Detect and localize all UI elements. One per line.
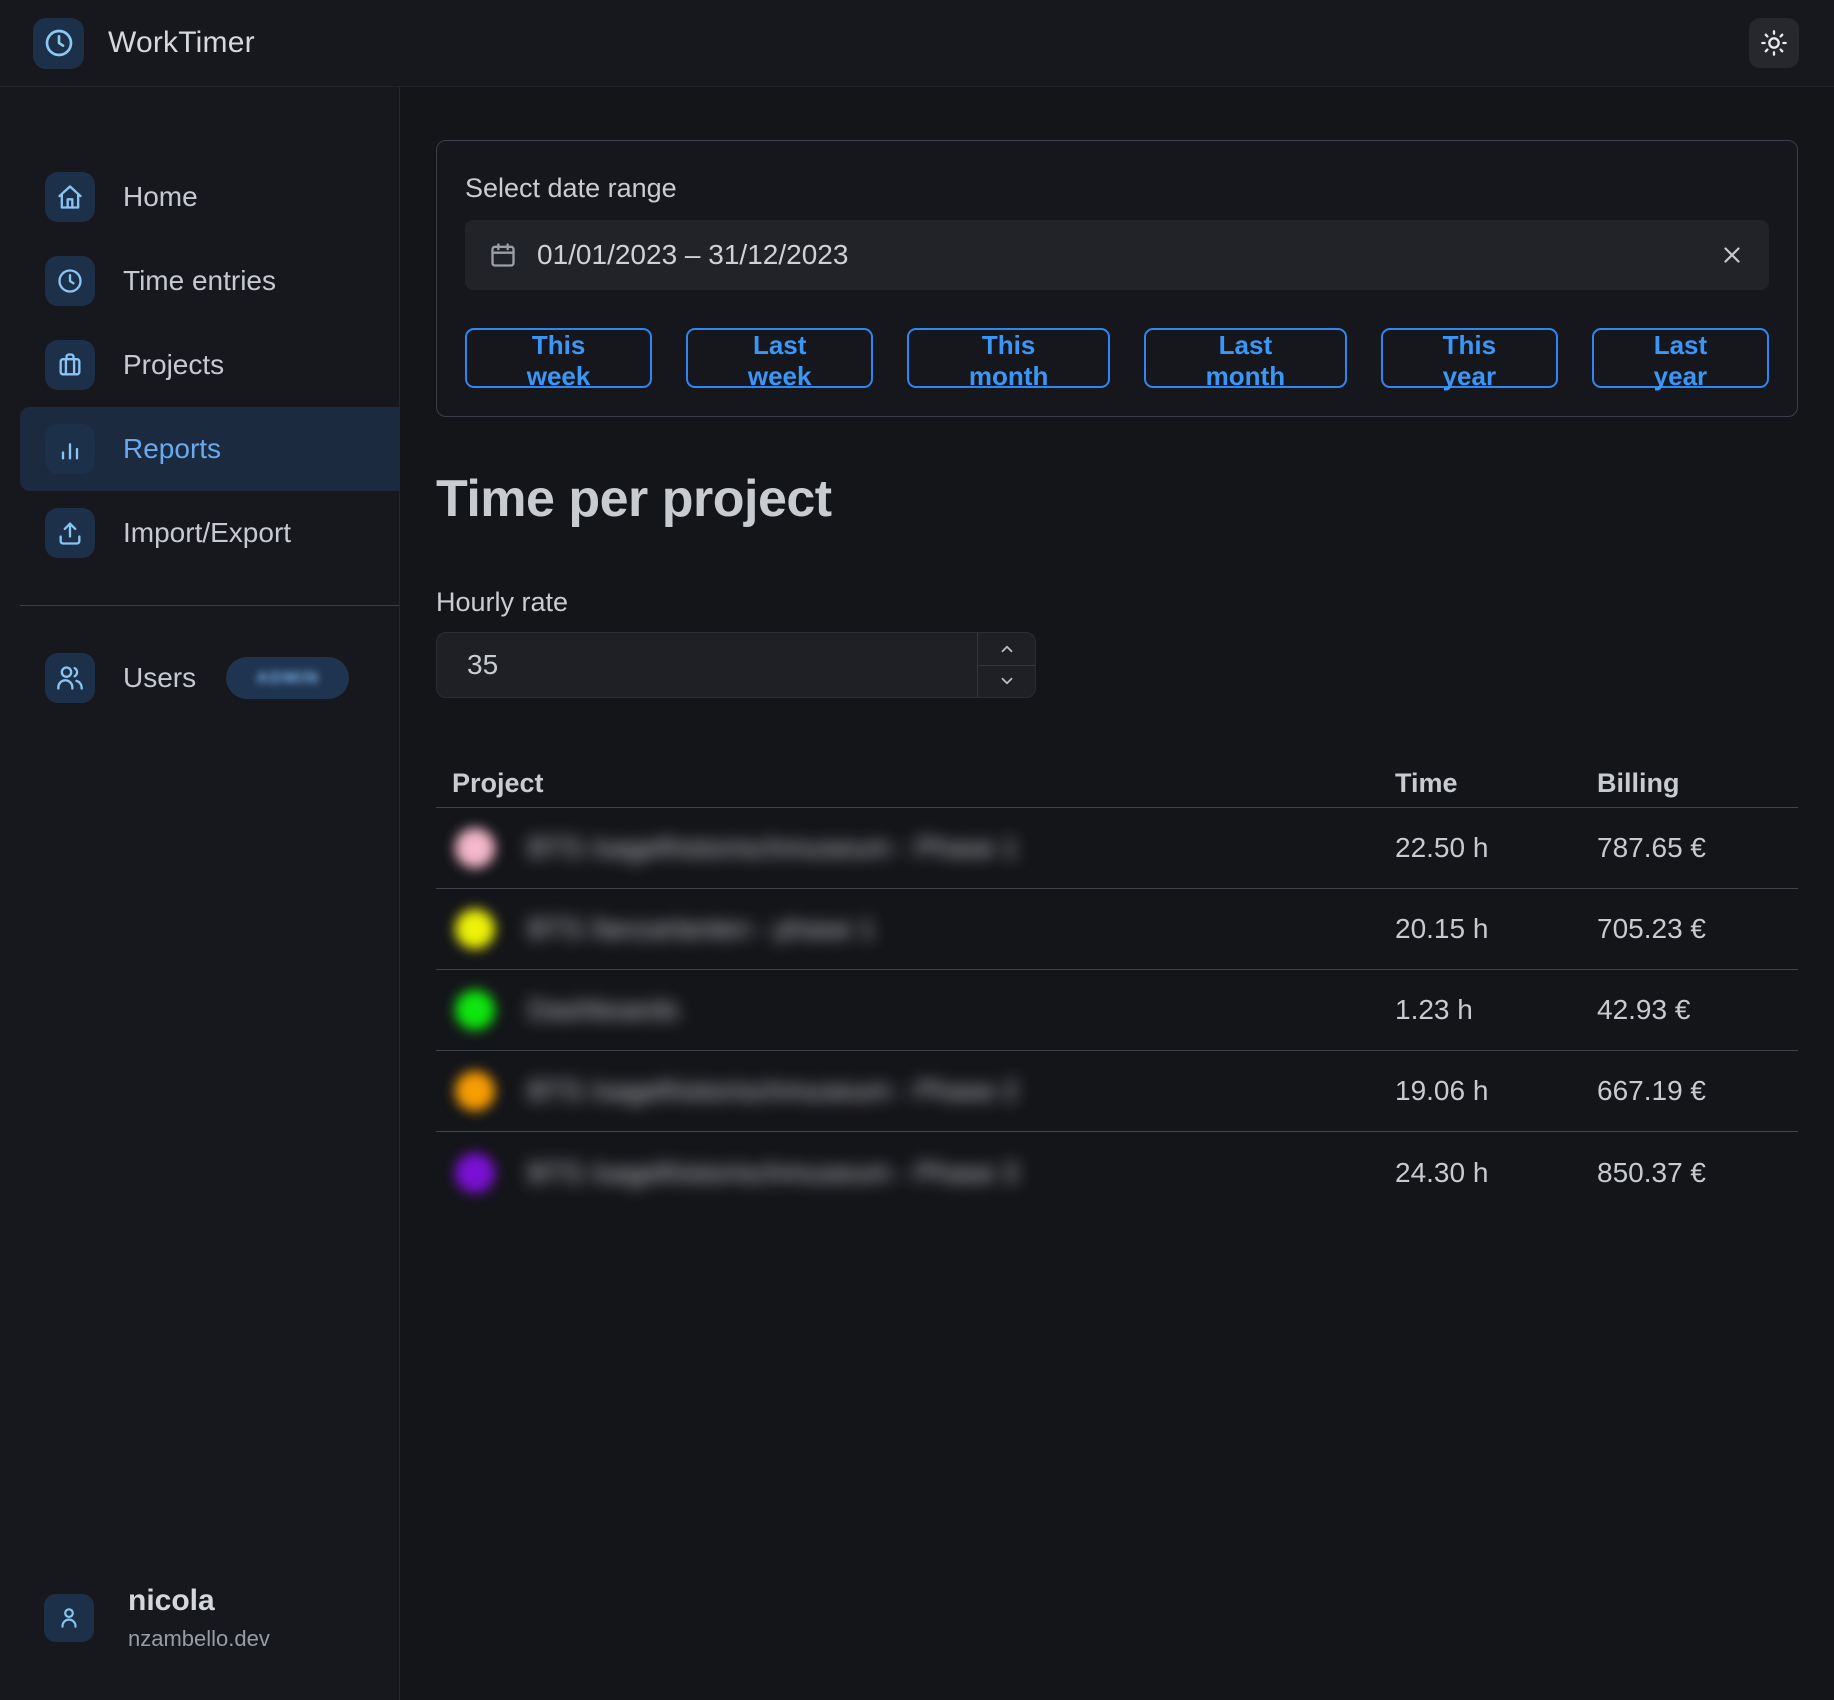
- rate-spinner: [977, 633, 1035, 697]
- date-range-card: Select date range 01/01/2023 – 31/12/202…: [436, 140, 1798, 417]
- last-month-button[interactable]: Last month: [1144, 328, 1347, 388]
- top-bar: WorkTimer: [0, 0, 1834, 87]
- table-row: BTS /sagelhistorischmuseum - Phase 3 24.…: [436, 1132, 1798, 1213]
- clear-date-button[interactable]: [1719, 242, 1745, 268]
- project-color-dot: [455, 828, 495, 868]
- last-week-button[interactable]: Last week: [686, 328, 873, 388]
- sidebar-item-label: Projects: [123, 349, 224, 381]
- user-icon: [44, 1594, 94, 1642]
- sidebar-item-label: Time entries: [123, 265, 276, 297]
- table-header: Project Time Billing: [436, 760, 1798, 808]
- column-header-billing: Billing: [1597, 768, 1798, 799]
- hourly-rate-value: 35: [437, 633, 977, 697]
- billing-value: 850.37 €: [1597, 1157, 1798, 1189]
- project-name-blurred: Dashboards: [528, 994, 679, 1026]
- x-icon: [1719, 242, 1745, 268]
- sun-icon: [1760, 29, 1788, 57]
- spinner-down-button[interactable]: [978, 665, 1035, 698]
- table-row: BTS /sagelhistorischmuseum - Phase 2 19.…: [436, 1051, 1798, 1132]
- briefcase-icon: [45, 340, 95, 390]
- admin-badge: ADMIN: [226, 657, 349, 699]
- app-title: WorkTimer: [108, 26, 255, 60]
- sidebar-item-projects[interactable]: Projects: [20, 323, 399, 407]
- sidebar-item-label: Home: [123, 181, 198, 213]
- time-value: 19.06 h: [1395, 1075, 1597, 1107]
- time-value: 24.30 h: [1395, 1157, 1597, 1189]
- calendar-icon: [489, 241, 517, 269]
- bar-chart-icon: [45, 424, 95, 474]
- worktimer-app: WorkTimer Home Time entries: [0, 0, 1834, 1700]
- date-range-input[interactable]: 01/01/2023 – 31/12/2023: [465, 220, 1769, 290]
- sidebar-item-reports[interactable]: Reports: [20, 407, 399, 491]
- last-year-button[interactable]: Last year: [1592, 328, 1769, 388]
- project-color-dot: [455, 909, 495, 949]
- table-row: Dashboards 1.23 h 42.93 €: [436, 970, 1798, 1051]
- sidebar-item-time-entries[interactable]: Time entries: [20, 239, 399, 323]
- sidebar-item-users[interactable]: Users ADMIN: [20, 636, 399, 720]
- hourly-rate-label: Hourly rate: [436, 587, 1798, 618]
- column-header-project: Project: [436, 768, 1395, 799]
- project-color-dot: [455, 1153, 495, 1193]
- upload-icon: [45, 508, 95, 558]
- this-week-button[interactable]: This week: [465, 328, 652, 388]
- admin-badge-label: ADMIN: [256, 668, 319, 688]
- time-per-project-table: Project Time Billing BTS /sagelhistorisc…: [436, 760, 1798, 1213]
- billing-value: 42.93 €: [1597, 994, 1798, 1026]
- this-year-button[interactable]: This year: [1381, 328, 1558, 388]
- project-color-dot: [455, 1071, 495, 1111]
- hourly-rate-input[interactable]: 35: [436, 632, 1036, 698]
- sidebar-item-import-export[interactable]: Import/Export: [20, 491, 399, 575]
- sidebar-item-label: Import/Export: [123, 517, 291, 549]
- home-icon: [45, 172, 95, 222]
- profile-username: nicola: [128, 1584, 270, 1618]
- billing-value: 787.65 €: [1597, 832, 1798, 864]
- user-profile: nicola nzambello.dev: [0, 1584, 399, 1700]
- time-value: 20.15 h: [1395, 913, 1597, 945]
- main-content: Select date range 01/01/2023 – 31/12/202…: [400, 87, 1834, 1700]
- billing-value: 667.19 €: [1597, 1075, 1798, 1107]
- this-month-button[interactable]: This month: [907, 328, 1110, 388]
- profile-domain: nzambello.dev: [128, 1626, 270, 1652]
- table-row: BTS /sagelhistorischmuseum - Phase 1 22.…: [436, 808, 1798, 889]
- clock-icon: [45, 256, 95, 306]
- project-name-blurred: BTS /sagelhistorischmuseum - Phase 3: [528, 1157, 1018, 1189]
- sidebar-item-label: Reports: [123, 433, 221, 465]
- project-name-blurred: BTS /sagelhistorischmuseum - Phase 2: [528, 1075, 1018, 1107]
- time-value: 1.23 h: [1395, 994, 1597, 1026]
- date-range-value: 01/01/2023 – 31/12/2023: [537, 239, 1719, 271]
- project-name-blurred: BTS /lanzarlanten - phase 1: [528, 913, 875, 945]
- table-body: BTS /sagelhistorischmuseum - Phase 1 22.…: [436, 808, 1798, 1213]
- chevron-up-icon: [998, 640, 1016, 658]
- column-header-time: Time: [1395, 768, 1597, 799]
- billing-value: 705.23 €: [1597, 913, 1798, 945]
- app-logo: [33, 18, 84, 69]
- project-color-dot: [455, 990, 495, 1030]
- sidebar-item-label: Users: [123, 662, 196, 694]
- time-value: 22.50 h: [1395, 832, 1597, 864]
- project-name-blurred: BTS /sagelhistorischmuseum - Phase 1: [528, 832, 1018, 864]
- clock-icon: [43, 27, 75, 59]
- sidebar-divider: [20, 605, 399, 606]
- page-title: Time per project: [436, 469, 1798, 529]
- sidebar-item-home[interactable]: Home: [20, 155, 399, 239]
- theme-toggle-button[interactable]: [1749, 18, 1799, 68]
- users-icon: [45, 653, 95, 703]
- table-row: BTS /lanzarlanten - phase 1 20.15 h 705.…: [436, 889, 1798, 970]
- quick-range-buttons: This week Last week This month Last mont…: [465, 328, 1769, 388]
- spinner-up-button[interactable]: [978, 633, 1035, 665]
- sidebar: Home Time entries Projects Reports: [0, 87, 400, 1700]
- chevron-down-icon: [998, 672, 1016, 690]
- date-range-label: Select date range: [465, 173, 1769, 204]
